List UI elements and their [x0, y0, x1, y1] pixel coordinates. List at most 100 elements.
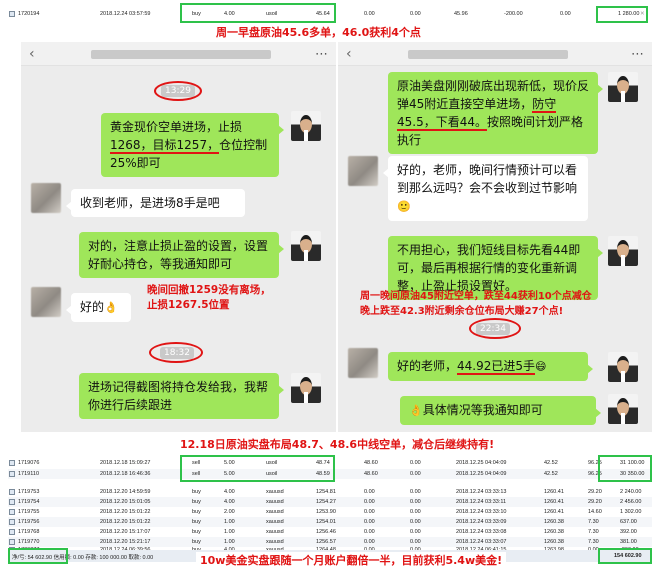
- cell-type: buy: [192, 519, 201, 525]
- cell-tp: 0.00: [410, 509, 421, 515]
- cell-commission: 7.30: [588, 519, 599, 525]
- cell-sl: 0.00: [364, 519, 375, 525]
- cell-sl: 0.00: [364, 509, 375, 515]
- cell-open-time: 2018.12.20 15:01:22: [100, 519, 151, 525]
- cell-close-time: 2018.12.24 03:33:10: [456, 509, 507, 515]
- cell-ticket: 1719110: [18, 471, 40, 477]
- cell-volume: 1.00: [224, 529, 235, 535]
- trade-icon: [9, 499, 15, 505]
- cell-symbol: xauusd: [266, 489, 284, 495]
- highlight-box-top-profit: [596, 6, 648, 23]
- user-avatar[interactable]: [31, 287, 61, 317]
- cell-sl: 0.00: [364, 489, 375, 495]
- teacher-avatar[interactable]: [608, 72, 638, 102]
- chat-title-blurred: [91, 50, 271, 59]
- teacher-avatar[interactable]: [291, 111, 321, 141]
- cell-ticket: 1719756: [18, 519, 40, 525]
- cell-close-time: 2018.12.25 04:04:09: [456, 471, 507, 477]
- cell-open-time: 2018.12.20 15:17:07: [100, 529, 151, 535]
- highlight-box-oil-trades: [180, 455, 335, 482]
- cell-profit: 392.00: [620, 529, 637, 535]
- teacher-message-1[interactable]: 黄金现价空单进场，止损1268，目标1257，仓位控制25%即可: [101, 113, 284, 177]
- trade-icon: [9, 489, 15, 495]
- cell-ticket: 1719076: [18, 460, 40, 466]
- table-row[interactable]: 1719754 2018.12.20 15:01:05 buy 4.00 xauusd 1…: [8, 497, 652, 507]
- more-icon[interactable]: ⋯: [315, 47, 328, 62]
- cell-symbol: xauusd: [266, 529, 284, 535]
- cell-volume: 2.00: [224, 509, 235, 515]
- back-icon[interactable]: ‹: [29, 46, 35, 62]
- cell-type: buy: [192, 529, 201, 535]
- teacher-message-2[interactable]: 对的，注意止损止盈的设置，设置好耐心持仓，等我通知即可: [79, 232, 284, 278]
- teacher-avatar[interactable]: [291, 231, 321, 261]
- cell-volume: 1.00: [224, 519, 235, 525]
- ok-hand-emoji: 👌: [104, 301, 118, 314]
- cell-close-price: 1260.41: [544, 489, 564, 495]
- teacher-avatar[interactable]: [291, 373, 321, 403]
- cell-tp: 0.00: [410, 499, 421, 505]
- chat-header: ‹ ⋯: [338, 42, 652, 66]
- trade-icon: [9, 11, 15, 17]
- cell-close-time: 2018.12.24 03:33:08: [456, 529, 507, 535]
- cell-close-price: 1260.41: [544, 499, 564, 505]
- teacher-avatar[interactable]: [608, 394, 638, 424]
- close-price: 45.96: [454, 11, 468, 17]
- chat-title-blurred: [408, 50, 568, 59]
- ok-hand-emoji: 👌: [409, 404, 423, 417]
- cell-sl: 48.60: [364, 460, 378, 466]
- user-avatar[interactable]: [348, 348, 378, 378]
- trade-icon: [9, 519, 15, 525]
- cell-symbol: xauusd: [266, 509, 284, 515]
- cell-commission: 7.30: [588, 529, 599, 535]
- table-row[interactable]: 1719768 2018.12.20 15:17:07 buy 1.00 xauusd 1…: [8, 527, 652, 537]
- cell-open-time: 2018.12.18 15:09:27: [100, 460, 151, 466]
- caption-top: 周一早盘原油45.6多单，46.0获利4个点: [216, 26, 421, 39]
- user-avatar[interactable]: [348, 156, 378, 186]
- teacher-message-1[interactable]: 原油美盘刚刚破底出现新低，现价反弹45附近直接空单进场，防守45.5，下看44。…: [388, 72, 603, 154]
- trade-icon: [9, 529, 15, 535]
- tp: 0.00: [410, 11, 421, 17]
- cell-open-price: 1253.90: [316, 509, 336, 515]
- cell-tp: 0.00: [410, 471, 421, 477]
- cell-close-time: 2018.12.24 03:33:11: [456, 499, 507, 505]
- table-row[interactable]: 1719753 2018.12.20 14:59:59 buy 4.00 xauusd 1…: [8, 487, 652, 497]
- teacher-message-3[interactable]: 👌具体情况等我通知即可: [400, 396, 601, 425]
- cell-sl: 48.60: [364, 471, 378, 477]
- cell-commission: 29.20: [588, 499, 602, 505]
- teacher-avatar[interactable]: [608, 236, 638, 266]
- back-icon[interactable]: ‹: [346, 46, 352, 62]
- teacher-avatar[interactable]: [608, 352, 638, 382]
- user-message-2[interactable]: 好的👌: [66, 293, 131, 322]
- cell-symbol: xauusd: [266, 519, 284, 525]
- user-message-2[interactable]: 好的老师，44.92已进5手😄: [388, 352, 593, 381]
- cell-profit: 2 240.00: [620, 489, 642, 495]
- time-highlight-oval: [469, 318, 521, 339]
- cell-type: buy: [192, 489, 201, 495]
- table-row[interactable]: 1719756 2018.12.20 15:01:22 buy 1.00 xauusd 1…: [8, 517, 652, 527]
- cell-open-time: 2018.12.20 15:01:05: [100, 499, 151, 505]
- cell-commission: 29.20: [588, 489, 602, 495]
- user-message-1[interactable]: 收到老师，是进场8手是吧: [66, 189, 245, 217]
- cell-sl: 0.00: [364, 529, 375, 535]
- cell-type: buy: [192, 509, 201, 515]
- open-time: 2018.12.24 03:57:59: [100, 11, 151, 17]
- annotation-left: 晚间回撤1259没有离场， 止损1267.5位置: [147, 284, 271, 311]
- cell-ticket: 1719753: [18, 489, 40, 495]
- cell-open-time: 2018.12.20 15:01:22: [100, 509, 151, 515]
- cell-open-price: 1254.27: [316, 499, 336, 505]
- cell-tp: 0.00: [410, 489, 421, 495]
- highlight-box-total: [598, 548, 652, 564]
- cell-profit: 637.00: [620, 519, 637, 525]
- teacher-message-3[interactable]: 进场记得截图将持仓发给我，我帮你进行后续跟进: [79, 373, 284, 419]
- time-highlight-oval: [149, 342, 203, 363]
- user-avatar[interactable]: [31, 183, 61, 213]
- cell-ticket: 1719754: [18, 499, 40, 505]
- cell-close-time: 2018.12.24 03:33:09: [456, 519, 507, 525]
- user-message-1[interactable]: 好的，老师，晚间行情预计可以看到那么远吗？会不会收到过节影响🙂: [383, 156, 588, 221]
- cell-open-price: 1254.01: [316, 519, 336, 525]
- trade-icon: [9, 471, 15, 477]
- cell-close-time: 2018.12.24 03:33:13: [456, 489, 507, 495]
- table-row[interactable]: 1719755 2018.12.20 15:01:22 buy 2.00 xauusd 1…: [8, 507, 652, 517]
- cell-sl: 0.00: [364, 499, 375, 505]
- more-icon[interactable]: ⋯: [631, 47, 644, 62]
